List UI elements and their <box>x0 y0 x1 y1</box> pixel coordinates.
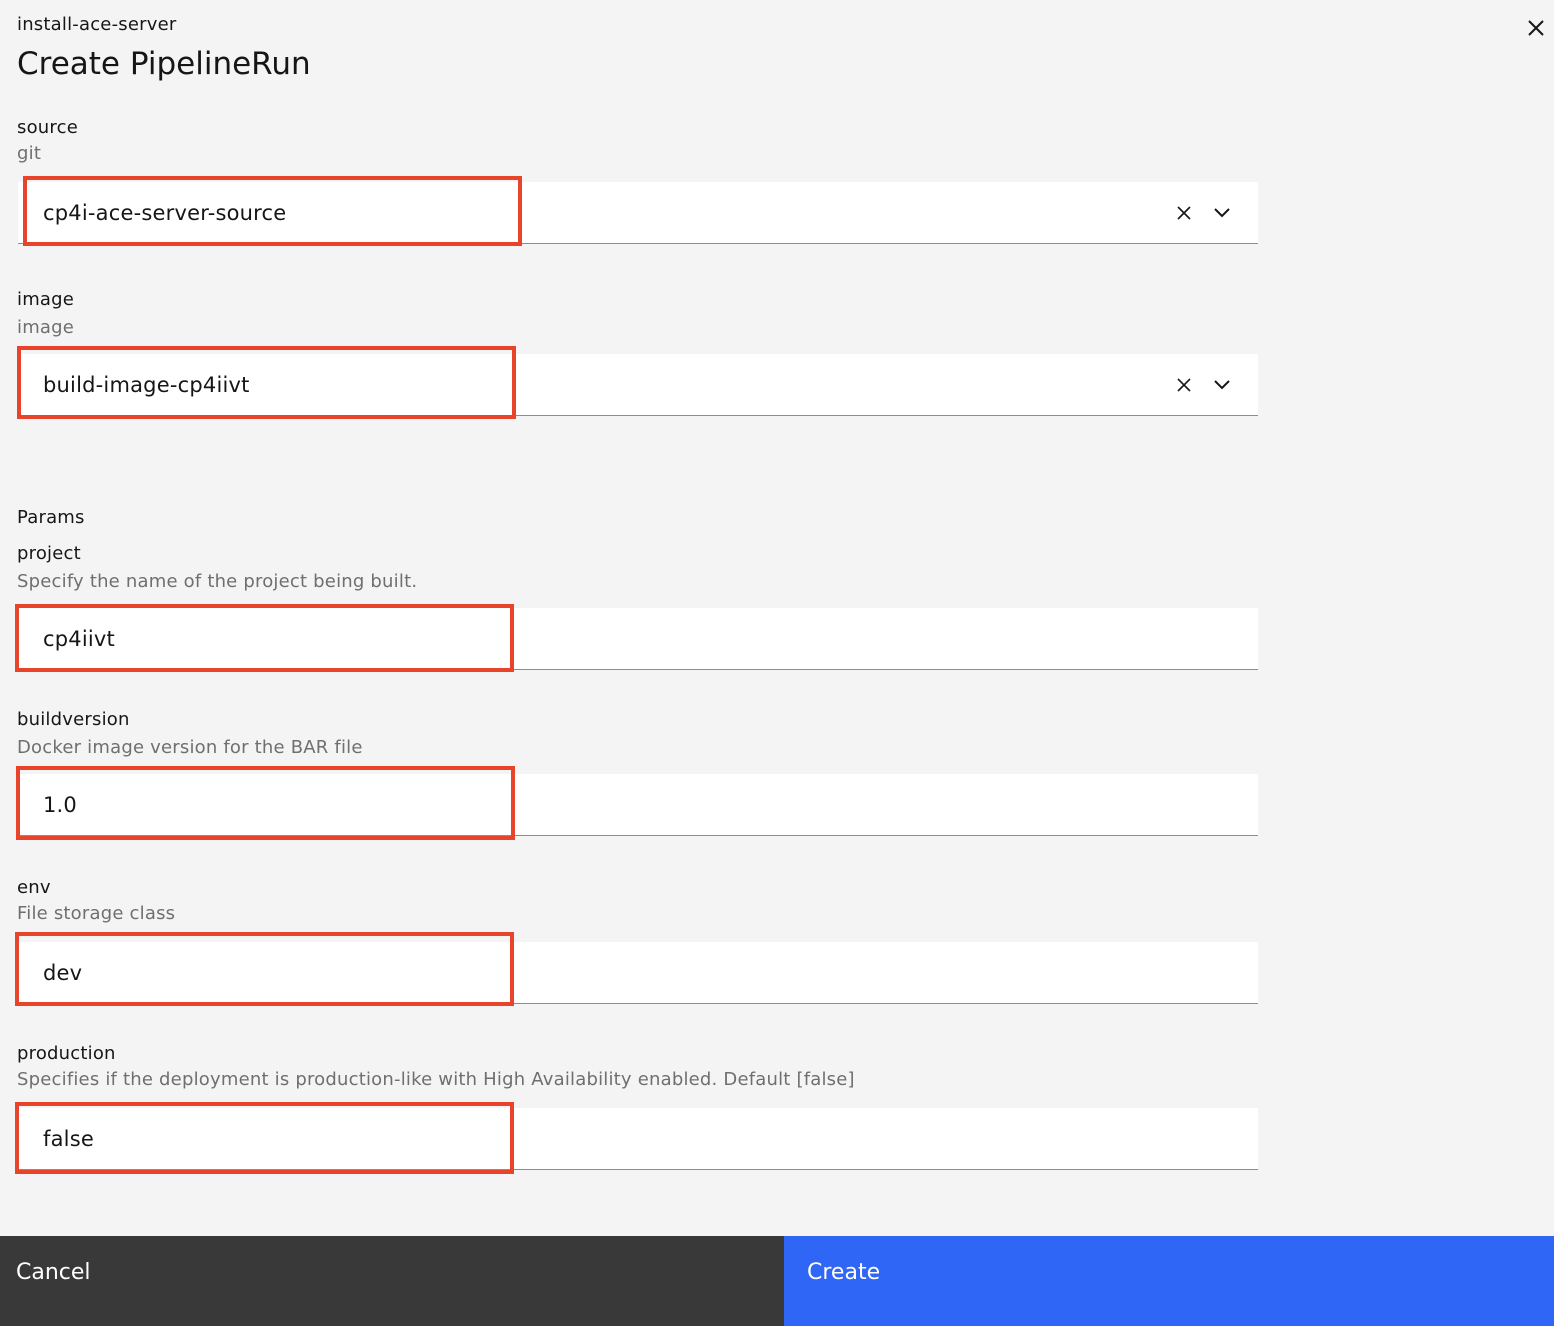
source-clear-button[interactable] <box>1174 203 1194 223</box>
cancel-button[interactable]: Cancel <box>0 1236 784 1326</box>
chevron-down-icon <box>1214 207 1230 217</box>
modal-title: Create PipelineRun <box>17 46 311 82</box>
env-label: env <box>17 877 51 898</box>
production-input-value: false <box>43 1126 94 1151</box>
env-input[interactable]: dev <box>18 942 1258 1004</box>
clear-icon <box>1177 377 1191 392</box>
project-help: Specify the name of the project being bu… <box>17 571 418 592</box>
params-heading: Params <box>17 507 85 528</box>
buildversion-label: buildversion <box>17 709 130 730</box>
env-help: File storage class <box>17 903 176 924</box>
source-dropdown[interactable]: cp4i-ace-server-source <box>18 182 1258 244</box>
image-label: image <box>17 289 75 310</box>
clear-icon <box>1177 205 1191 220</box>
modal-label: install-ace-server <box>17 14 177 35</box>
buildversion-input[interactable]: 1.0 <box>18 774 1258 836</box>
source-label: source <box>17 117 78 138</box>
image-open-button[interactable] <box>1212 375 1232 395</box>
project-label: project <box>17 543 81 564</box>
image-clear-button[interactable] <box>1174 375 1194 395</box>
chevron-down-icon <box>1214 379 1230 389</box>
modal-footer: Cancel Create <box>0 1236 1554 1326</box>
project-input[interactable]: cp4iivt <box>18 608 1258 670</box>
project-input-value: cp4iivt <box>43 626 115 651</box>
image-dropdown-value: build-image-cp4iivt <box>43 372 250 397</box>
source-open-button[interactable] <box>1212 203 1232 223</box>
production-label: production <box>17 1043 116 1064</box>
close-button[interactable] <box>1518 10 1554 46</box>
source-dropdown-value: cp4i-ace-server-source <box>43 200 287 225</box>
image-dropdown[interactable]: build-image-cp4iivt <box>18 354 1258 416</box>
env-input-value: dev <box>43 960 83 985</box>
image-type: image <box>17 317 75 338</box>
production-help: Specifies if the deployment is productio… <box>17 1069 855 1090</box>
production-input[interactable]: false <box>18 1108 1258 1170</box>
create-button[interactable]: Create <box>784 1236 1554 1326</box>
close-icon <box>1528 20 1544 36</box>
source-type: git <box>17 143 42 164</box>
buildversion-input-value: 1.0 <box>43 792 77 817</box>
buildversion-help: Docker image version for the BAR file <box>17 737 363 758</box>
